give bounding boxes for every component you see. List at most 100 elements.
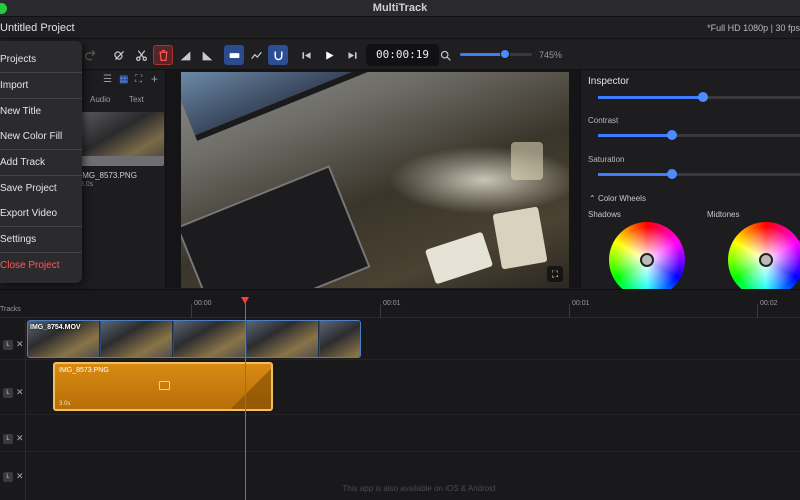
tab-audio[interactable]: Audio <box>90 95 110 104</box>
redo-icon[interactable] <box>80 45 100 65</box>
color-wheels-label: Color Wheels <box>597 194 646 203</box>
track-lock-button[interactable]: L <box>3 388 13 398</box>
project-bar: Untitled Project *Full HD 1080p | 30 fps <box>0 17 800 39</box>
menu-separator <box>0 98 82 99</box>
video-frame-cup <box>511 142 543 180</box>
menu-separator <box>0 72 82 73</box>
track-remove-icon[interactable]: ✕ <box>16 387 24 398</box>
shadows-label: Shadows <box>588 210 621 219</box>
brightness-slider-knob[interactable] <box>698 92 708 102</box>
contrast-slider-knob[interactable] <box>666 130 677 140</box>
midtones-wheel-handle[interactable] <box>759 253 773 267</box>
image-clip-name: IMG_8573.PNG <box>59 367 109 374</box>
zoom-icon <box>438 45 452 65</box>
contrast-slider[interactable] <box>598 130 800 140</box>
midtones-label: Midtones <box>707 210 740 219</box>
add-media-icon[interactable]: + <box>151 72 158 86</box>
track-remove-icon[interactable]: ✕ <box>16 339 24 350</box>
track-lock-button[interactable]: L <box>3 434 13 444</box>
scissors-icon[interactable] <box>131 45 151 65</box>
skip-back-icon[interactable] <box>296 45 316 65</box>
app-title: MultiTrack <box>372 2 428 14</box>
zoom-slider[interactable] <box>460 49 532 59</box>
track-divider <box>0 451 800 452</box>
track-remove-icon[interactable]: ✕ <box>16 433 24 444</box>
footer-note: This app is also available on iOS & Andr… <box>342 484 496 493</box>
unlink-icon[interactable] <box>109 45 129 65</box>
ruler-tick <box>380 304 381 318</box>
image-clip-duration: 3.0s <box>59 401 71 407</box>
menu-item-export-video[interactable]: Export Video <box>0 203 82 225</box>
media-thumbnail-strip <box>80 156 164 166</box>
clip-thumbnail <box>101 321 173 357</box>
grid-view-icon[interactable]: ▦ <box>119 74 128 85</box>
menu-separator <box>0 252 82 253</box>
brightness-slider[interactable] <box>598 92 800 102</box>
inspector-panel: Inspector Contrast Saturation ⌃ Color Wh… <box>580 70 800 298</box>
project-name[interactable]: Untitled Project <box>0 22 75 34</box>
track-header-1: L ✕ <box>0 319 26 359</box>
keyframe-graph-icon[interactable] <box>246 45 266 65</box>
menu-item-close-project[interactable]: Close Project <box>0 255 82 277</box>
tab-text[interactable]: Text <box>129 95 144 104</box>
menu-item-add-track[interactable]: Add Track <box>0 152 82 174</box>
menu-separator <box>0 226 82 227</box>
ruler-label: 00:00 <box>194 300 212 307</box>
fade-out-handle[interactable] <box>231 364 271 409</box>
track-remove-icon[interactable]: ✕ <box>16 471 24 482</box>
zoom-slider-knob[interactable] <box>499 49 510 59</box>
shadows-wheel-handle[interactable] <box>640 253 654 267</box>
chevron-up-icon: ⌃ <box>589 194 596 203</box>
menu-item-settings[interactable]: Settings <box>0 229 82 251</box>
project-format-info[interactable]: *Full HD 1080p | 30 fps <box>707 23 800 33</box>
track-lock-button[interactable]: L <box>3 472 13 482</box>
list-view-icon[interactable]: ☰ <box>103 74 112 85</box>
magnet-snap-toggle[interactable] <box>268 45 288 65</box>
expand-preview-icon[interactable]: ⛶ <box>547 266 563 282</box>
menu-item-import[interactable]: Import <box>0 75 82 97</box>
clip-thumbnail <box>320 321 360 357</box>
track-lock-button[interactable]: L <box>3 340 13 350</box>
saturation-slider-fill <box>598 173 672 176</box>
media-file-name: IMG_8573.PNG <box>80 171 137 180</box>
play-button[interactable] <box>319 45 339 65</box>
saturation-slider-knob[interactable] <box>666 169 677 179</box>
saturation-slider[interactable] <box>598 169 800 179</box>
clip-thumbnail <box>174 321 246 357</box>
delete-clip-button[interactable] <box>153 45 173 65</box>
menu-item-save-project[interactable]: Save Project <box>0 178 82 200</box>
zoom-slider-fill <box>460 53 505 56</box>
shadows-color-wheel[interactable] <box>609 222 685 298</box>
menu-separator <box>0 175 82 176</box>
ruler-tick <box>569 304 570 318</box>
playhead[interactable] <box>245 297 246 500</box>
media-thumbnail[interactable] <box>80 112 164 166</box>
tracks-label: Tracks <box>0 306 21 313</box>
clip-thumbnail <box>247 321 319 357</box>
project-menu: Projects Import New Title New Color Fill… <box>0 41 82 283</box>
fullscreen-icon[interactable]: ⛶ <box>135 74 142 85</box>
skip-forward-icon[interactable] <box>342 45 362 65</box>
ruler-tick <box>191 304 192 318</box>
ruler-label: 00:01 <box>572 300 590 307</box>
menu-item-projects[interactable]: Projects <box>0 49 82 71</box>
toolbar: 00:00:19 <box>0 39 800 70</box>
menu-separator <box>0 149 82 150</box>
contrast-slider-fill <box>598 134 672 137</box>
fade-out-icon[interactable] <box>197 45 217 65</box>
brightness-slider-fill <box>598 96 703 99</box>
timeline-ruler[interactable]: Tracks 00:00 00:01 00:01 00:02 <box>0 290 800 318</box>
midtones-color-wheel[interactable] <box>728 222 800 298</box>
menu-item-new-color-fill[interactable]: New Color Fill <box>0 126 82 148</box>
color-wheels-section[interactable]: ⌃ Color Wheels <box>589 194 646 203</box>
video-clip[interactable]: IMG_8754.MOV <box>27 320 361 358</box>
image-clip[interactable]: IMG_8573.PNG 3.0s <box>53 362 273 411</box>
ruler-label: 00:02 <box>760 300 778 307</box>
track-divider <box>0 359 800 360</box>
fade-in-icon[interactable] <box>175 45 195 65</box>
video-preview[interactable]: ⛶ <box>181 72 569 288</box>
menu-item-new-title[interactable]: New Title <box>0 101 82 123</box>
ruler-tick <box>757 304 758 318</box>
clip-view-toggle[interactable] <box>224 45 244 65</box>
track-header-2: L ✕ <box>0 360 26 414</box>
